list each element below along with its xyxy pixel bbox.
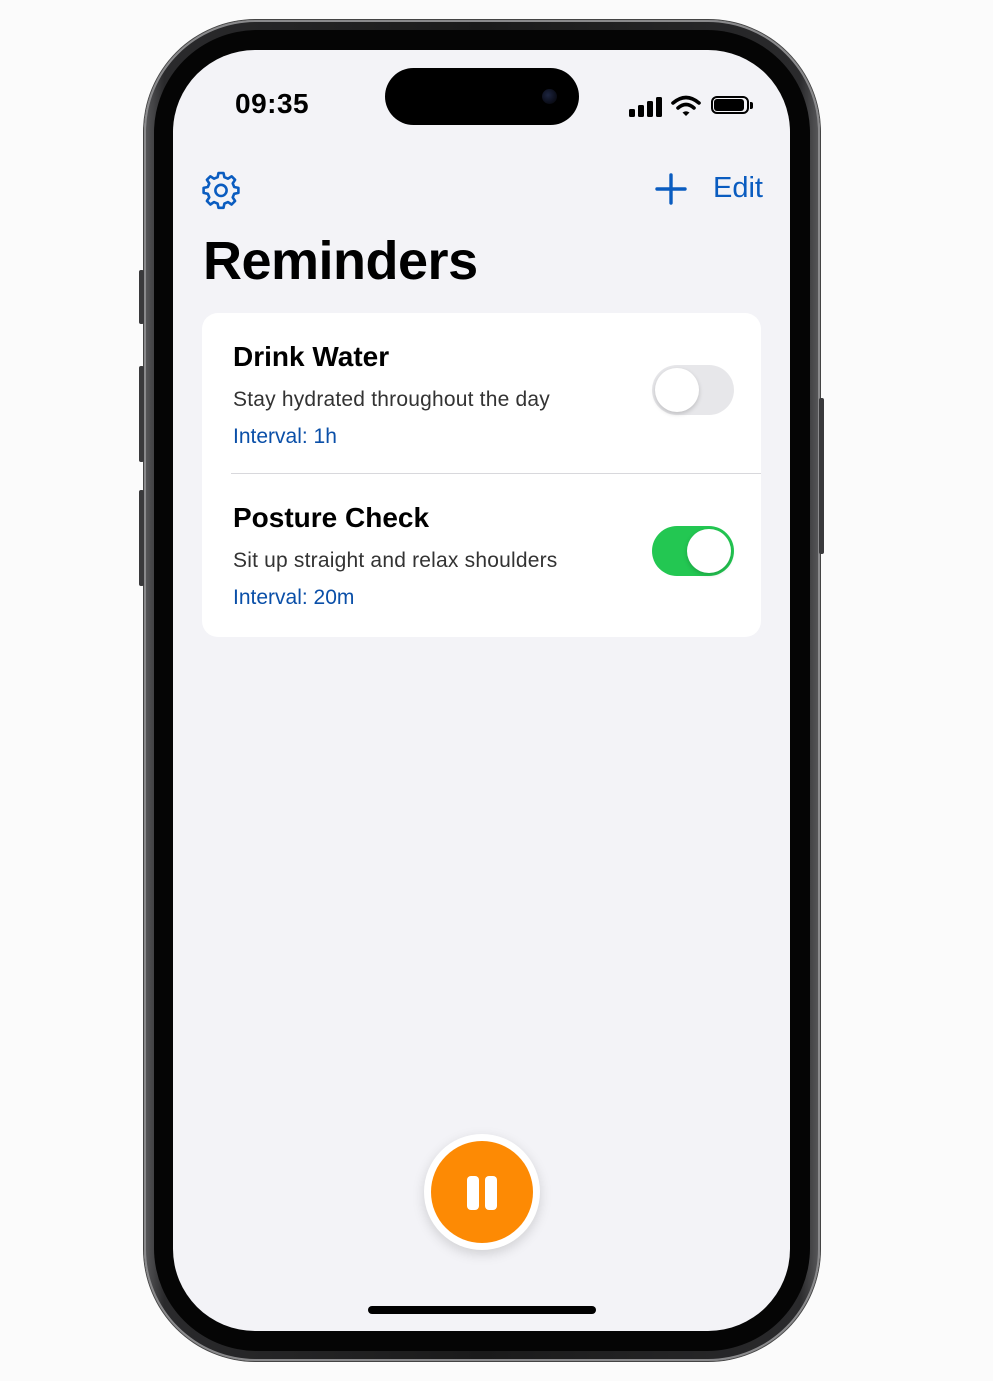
- toggle-knob: [687, 529, 731, 573]
- phone-screen: 09:35 Edit Reminders Drink Water Stay hy…: [173, 50, 790, 1331]
- reminder-interval: Interval: 20m: [233, 586, 355, 609]
- front-camera-icon: [542, 89, 557, 104]
- reminder-subtitle: Sit up straight and relax shoulders: [233, 549, 558, 572]
- battery-level: [714, 99, 744, 111]
- reminder-toggle-drink-water[interactable]: [652, 365, 734, 415]
- reminder-row-drink-water[interactable]: Drink Water Stay hydrated throughout the…: [202, 313, 761, 474]
- reminders-list: Drink Water Stay hydrated throughout the…: [202, 313, 761, 637]
- edit-button[interactable]: Edit: [713, 168, 763, 208]
- reminder-subtitle: Stay hydrated throughout the day: [233, 388, 550, 411]
- add-reminder-button[interactable]: [654, 172, 688, 206]
- reminder-row-posture-check[interactable]: Posture Check Sit up straight and relax …: [202, 474, 761, 635]
- reminder-title: Posture Check: [233, 502, 430, 533]
- page-title: Reminders: [203, 231, 478, 291]
- toggle-knob: [655, 368, 699, 412]
- dynamic-island: [385, 68, 579, 125]
- settings-button[interactable]: [201, 170, 241, 210]
- status-time: 09:35: [235, 88, 310, 119]
- wifi-icon: [671, 94, 701, 118]
- action-button: [139, 270, 144, 324]
- pause-button[interactable]: [424, 1134, 540, 1250]
- reminder-interval: Interval: 1h: [233, 425, 337, 448]
- volume-up-button: [139, 366, 144, 462]
- gear-icon: [202, 171, 240, 210]
- cellular-signal-icon: [629, 97, 663, 117]
- volume-down-button: [139, 490, 144, 586]
- home-indicator[interactable]: [368, 1306, 596, 1314]
- plus-icon: [655, 173, 687, 205]
- reminder-title: Drink Water: [233, 341, 390, 372]
- pause-icon: [431, 1141, 533, 1243]
- power-button: [819, 398, 824, 554]
- battery-icon: [711, 96, 753, 116]
- reminder-toggle-posture-check[interactable]: [652, 526, 734, 576]
